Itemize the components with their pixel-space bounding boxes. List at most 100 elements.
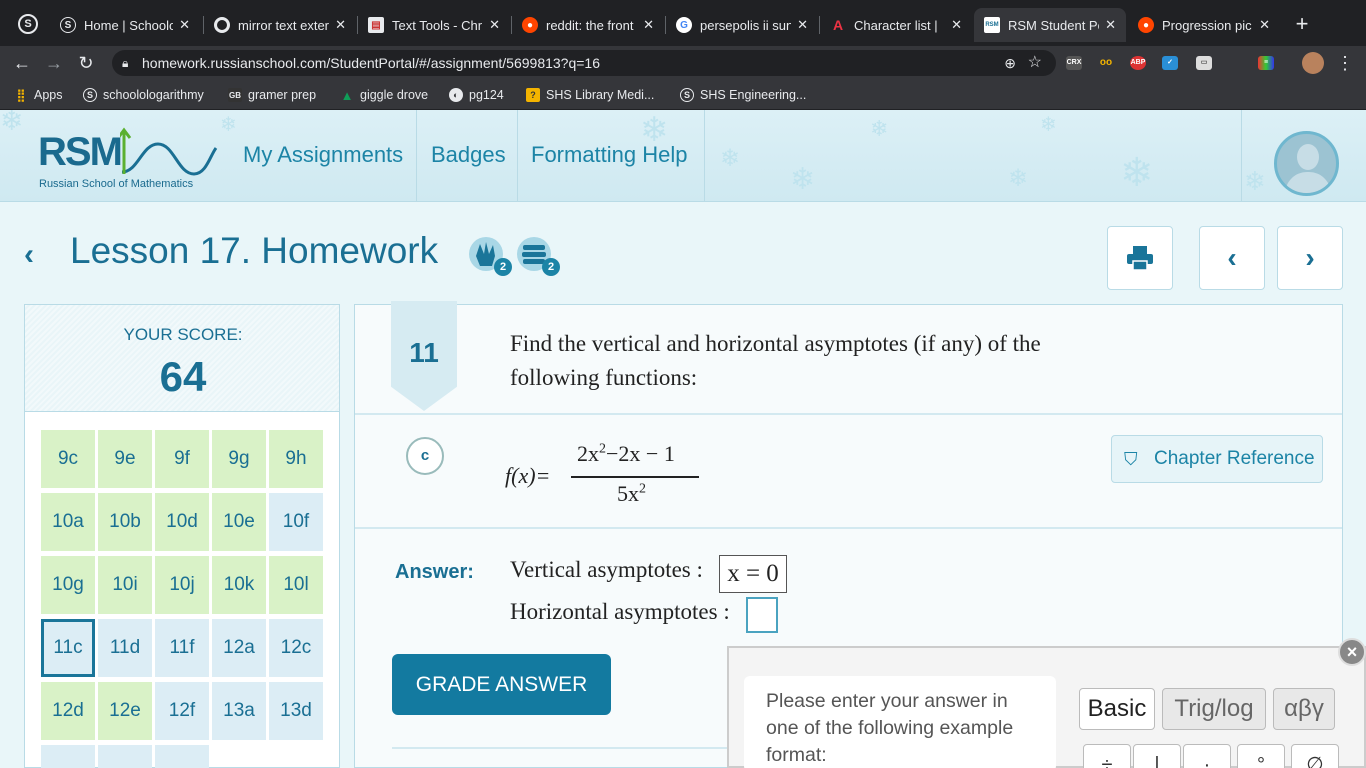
problem-cell[interactable] bbox=[41, 745, 95, 768]
keypad-close-icon[interactable]: × bbox=[1338, 638, 1366, 666]
problem-cell-10e[interactable]: 10e bbox=[212, 493, 266, 551]
nav-badges[interactable]: Badges bbox=[431, 142, 506, 168]
tab-title: RSM Student Po bbox=[1008, 17, 1100, 33]
bookmark-star-icon[interactable]: ☆ bbox=[1028, 50, 1042, 76]
problem-cell-10g[interactable]: 10g bbox=[41, 556, 95, 614]
goggles-extension-icon[interactable]: oo bbox=[1098, 56, 1114, 70]
nav-formatting-help[interactable]: Formatting Help bbox=[531, 142, 688, 168]
keypad-key-abs[interactable]: | bbox=[1133, 744, 1181, 768]
answer-label: Answer: bbox=[395, 561, 474, 583]
horizontal-asymptotes-label: Horizontal asymptotes : bbox=[510, 599, 730, 624]
address-bar[interactable]: 🔒︎ homework.russianschool.com/StudentPor… bbox=[112, 50, 1056, 76]
problem-cell-13a[interactable]: 13a bbox=[212, 682, 266, 740]
crx-extension-icon[interactable]: CRX bbox=[1066, 56, 1082, 70]
keypad-key-degree[interactable]: ° bbox=[1237, 744, 1285, 768]
close-tab-icon[interactable]: ✕ bbox=[335, 17, 346, 33]
nav-my-assignments[interactable]: My Assignments bbox=[243, 142, 403, 168]
bookmark-item[interactable]: S SHS Engineering... bbox=[680, 86, 806, 104]
adblock-extension-icon[interactable]: ABP bbox=[1130, 56, 1146, 70]
chrome-menu-icon[interactable]: S bbox=[18, 14, 38, 34]
reload-icon[interactable]: ↻ bbox=[74, 52, 98, 74]
site-header: ❄ ❄ ❄ ❄ ❄ ❄ ❄ ❄ ❄ ❄ RSM Russian School o… bbox=[0, 110, 1366, 202]
vertical-asymptotes-input[interactable]: x = 0 bbox=[719, 555, 787, 593]
gb-icon: GB bbox=[228, 88, 242, 102]
keypad-key-empty-set[interactable]: ∅ bbox=[1291, 744, 1339, 768]
problem-cell-9g[interactable]: 9g bbox=[212, 430, 266, 488]
extension-icon[interactable]: ▭ bbox=[1196, 56, 1212, 70]
browser-tab[interactable]: A Character list | ✕ bbox=[820, 8, 972, 42]
extension-icon[interactable]: ✓ bbox=[1162, 56, 1178, 70]
globe-icon: ◐ bbox=[449, 88, 463, 102]
chrome-menu-dots-icon[interactable]: ⋮ bbox=[1336, 52, 1354, 74]
back-chevron-icon[interactable]: ‹ bbox=[24, 238, 34, 272]
problem-cell-12e[interactable]: 12e bbox=[98, 682, 152, 740]
problem-cell-10i[interactable]: 10i bbox=[98, 556, 152, 614]
problem-cell-12d[interactable]: 12d bbox=[41, 682, 95, 740]
problem-cell[interactable] bbox=[98, 745, 152, 768]
problem-cell-12a[interactable]: 12a bbox=[212, 619, 266, 677]
problem-cell[interactable] bbox=[155, 745, 209, 768]
rsm-logo[interactable]: RSM Russian School of Mathematics bbox=[36, 126, 226, 196]
close-tab-icon[interactable]: ✕ bbox=[1259, 17, 1270, 33]
close-tab-icon[interactable]: ✕ bbox=[643, 17, 654, 33]
browser-tab[interactable]: G persepolis ii sun ✕ bbox=[666, 8, 818, 42]
bookmark-item[interactable]: S schoolologarithmy bbox=[83, 86, 204, 104]
books-badge-icon[interactable]: 2 bbox=[514, 236, 560, 276]
hand-badge-icon[interactable]: 2 bbox=[466, 236, 512, 276]
profile-avatar-icon[interactable] bbox=[1302, 52, 1324, 74]
problem-cell-9e[interactable]: 9e bbox=[98, 430, 152, 488]
close-tab-icon[interactable]: ✕ bbox=[179, 17, 190, 33]
keypad-key-divide[interactable]: ÷ bbox=[1083, 744, 1131, 768]
problem-cell-12c[interactable]: 12c bbox=[269, 619, 323, 677]
problem-cell-11c[interactable]: 11c bbox=[41, 619, 95, 677]
browser-tab-active[interactable]: RSM RSM Student Po ✕ bbox=[974, 8, 1126, 42]
close-tab-icon[interactable]: ✕ bbox=[951, 17, 962, 33]
browser-tab[interactable]: ● Progression pic ✕ bbox=[1128, 8, 1280, 42]
bookmark-item[interactable]: GB gramer prep bbox=[228, 86, 316, 104]
extension-icon[interactable]: ≡ bbox=[1258, 56, 1274, 70]
problem-cell-10d[interactable]: 10d bbox=[155, 493, 209, 551]
next-question-button[interactable]: › bbox=[1277, 226, 1343, 290]
question-text: Find the vertical and horizontal asympto… bbox=[510, 327, 1110, 395]
problem-cell-10k[interactable]: 10k bbox=[212, 556, 266, 614]
chapter-reference-button[interactable]: ⛉ Chapter Reference bbox=[1111, 435, 1323, 483]
problem-cell-11f[interactable]: 11f bbox=[155, 619, 209, 677]
zoom-icon[interactable]: ⊕ bbox=[1004, 50, 1016, 76]
bookmark-item[interactable]: ? SHS Library Medi... bbox=[526, 86, 654, 104]
close-tab-icon[interactable]: ✕ bbox=[797, 17, 808, 33]
bookmark-label: gramer prep bbox=[248, 88, 317, 102]
bookmark-item[interactable]: ◐ pg124 bbox=[449, 86, 504, 104]
close-tab-icon[interactable]: ✕ bbox=[1105, 17, 1116, 33]
browser-tab[interactable]: ▤ Text Tools - Chr ✕ bbox=[358, 8, 510, 42]
print-button[interactable] bbox=[1107, 226, 1173, 290]
new-tab-button[interactable]: + bbox=[1290, 12, 1314, 36]
keypad-tab-trig-log[interactable]: Trig/log bbox=[1162, 688, 1266, 730]
problem-cell-9f[interactable]: 9f bbox=[155, 430, 209, 488]
bookmark-apps[interactable]: ⣿ Apps bbox=[14, 86, 63, 104]
browser-tab[interactable]: ● reddit: the front ✕ bbox=[512, 8, 664, 42]
previous-question-button[interactable]: ‹ bbox=[1199, 226, 1265, 290]
close-tab-icon[interactable]: ✕ bbox=[489, 17, 500, 33]
problem-cell-11d[interactable]: 11d bbox=[98, 619, 152, 677]
problem-cell-12f[interactable]: 12f bbox=[155, 682, 209, 740]
browser-tab[interactable]: S Home | Schoolo ✕ bbox=[50, 8, 200, 42]
problem-cell-9c[interactable]: 9c bbox=[41, 430, 95, 488]
grade-answer-button[interactable]: GRADE ANSWER bbox=[392, 654, 611, 715]
problem-cell-9h[interactable]: 9h bbox=[269, 430, 323, 488]
problem-cell-10j[interactable]: 10j bbox=[155, 556, 209, 614]
problem-cell-13d[interactable]: 13d bbox=[269, 682, 323, 740]
horizontal-asymptotes-input[interactable] bbox=[746, 597, 778, 633]
user-avatar[interactable] bbox=[1274, 131, 1339, 196]
question-number: 11 bbox=[409, 337, 439, 368]
problem-cell-10l[interactable]: 10l bbox=[269, 556, 323, 614]
browser-tab[interactable]: mirror text exter ✕ bbox=[204, 8, 356, 42]
forward-arrow-icon[interactable]: → bbox=[42, 52, 66, 74]
keypad-tab-basic[interactable]: Basic bbox=[1079, 688, 1155, 730]
keypad-key-dot[interactable]: · bbox=[1183, 744, 1231, 768]
problem-cell-10f[interactable]: 10f bbox=[269, 493, 323, 551]
bookmark-item[interactable]: ▲ giggle drove bbox=[340, 86, 429, 104]
problem-cell-10b[interactable]: 10b bbox=[98, 493, 152, 551]
problem-cell-10a[interactable]: 10a bbox=[41, 493, 95, 551]
keypad-tab-greek[interactable]: αβγ bbox=[1273, 688, 1335, 730]
back-arrow-icon[interactable]: ← bbox=[10, 52, 34, 74]
